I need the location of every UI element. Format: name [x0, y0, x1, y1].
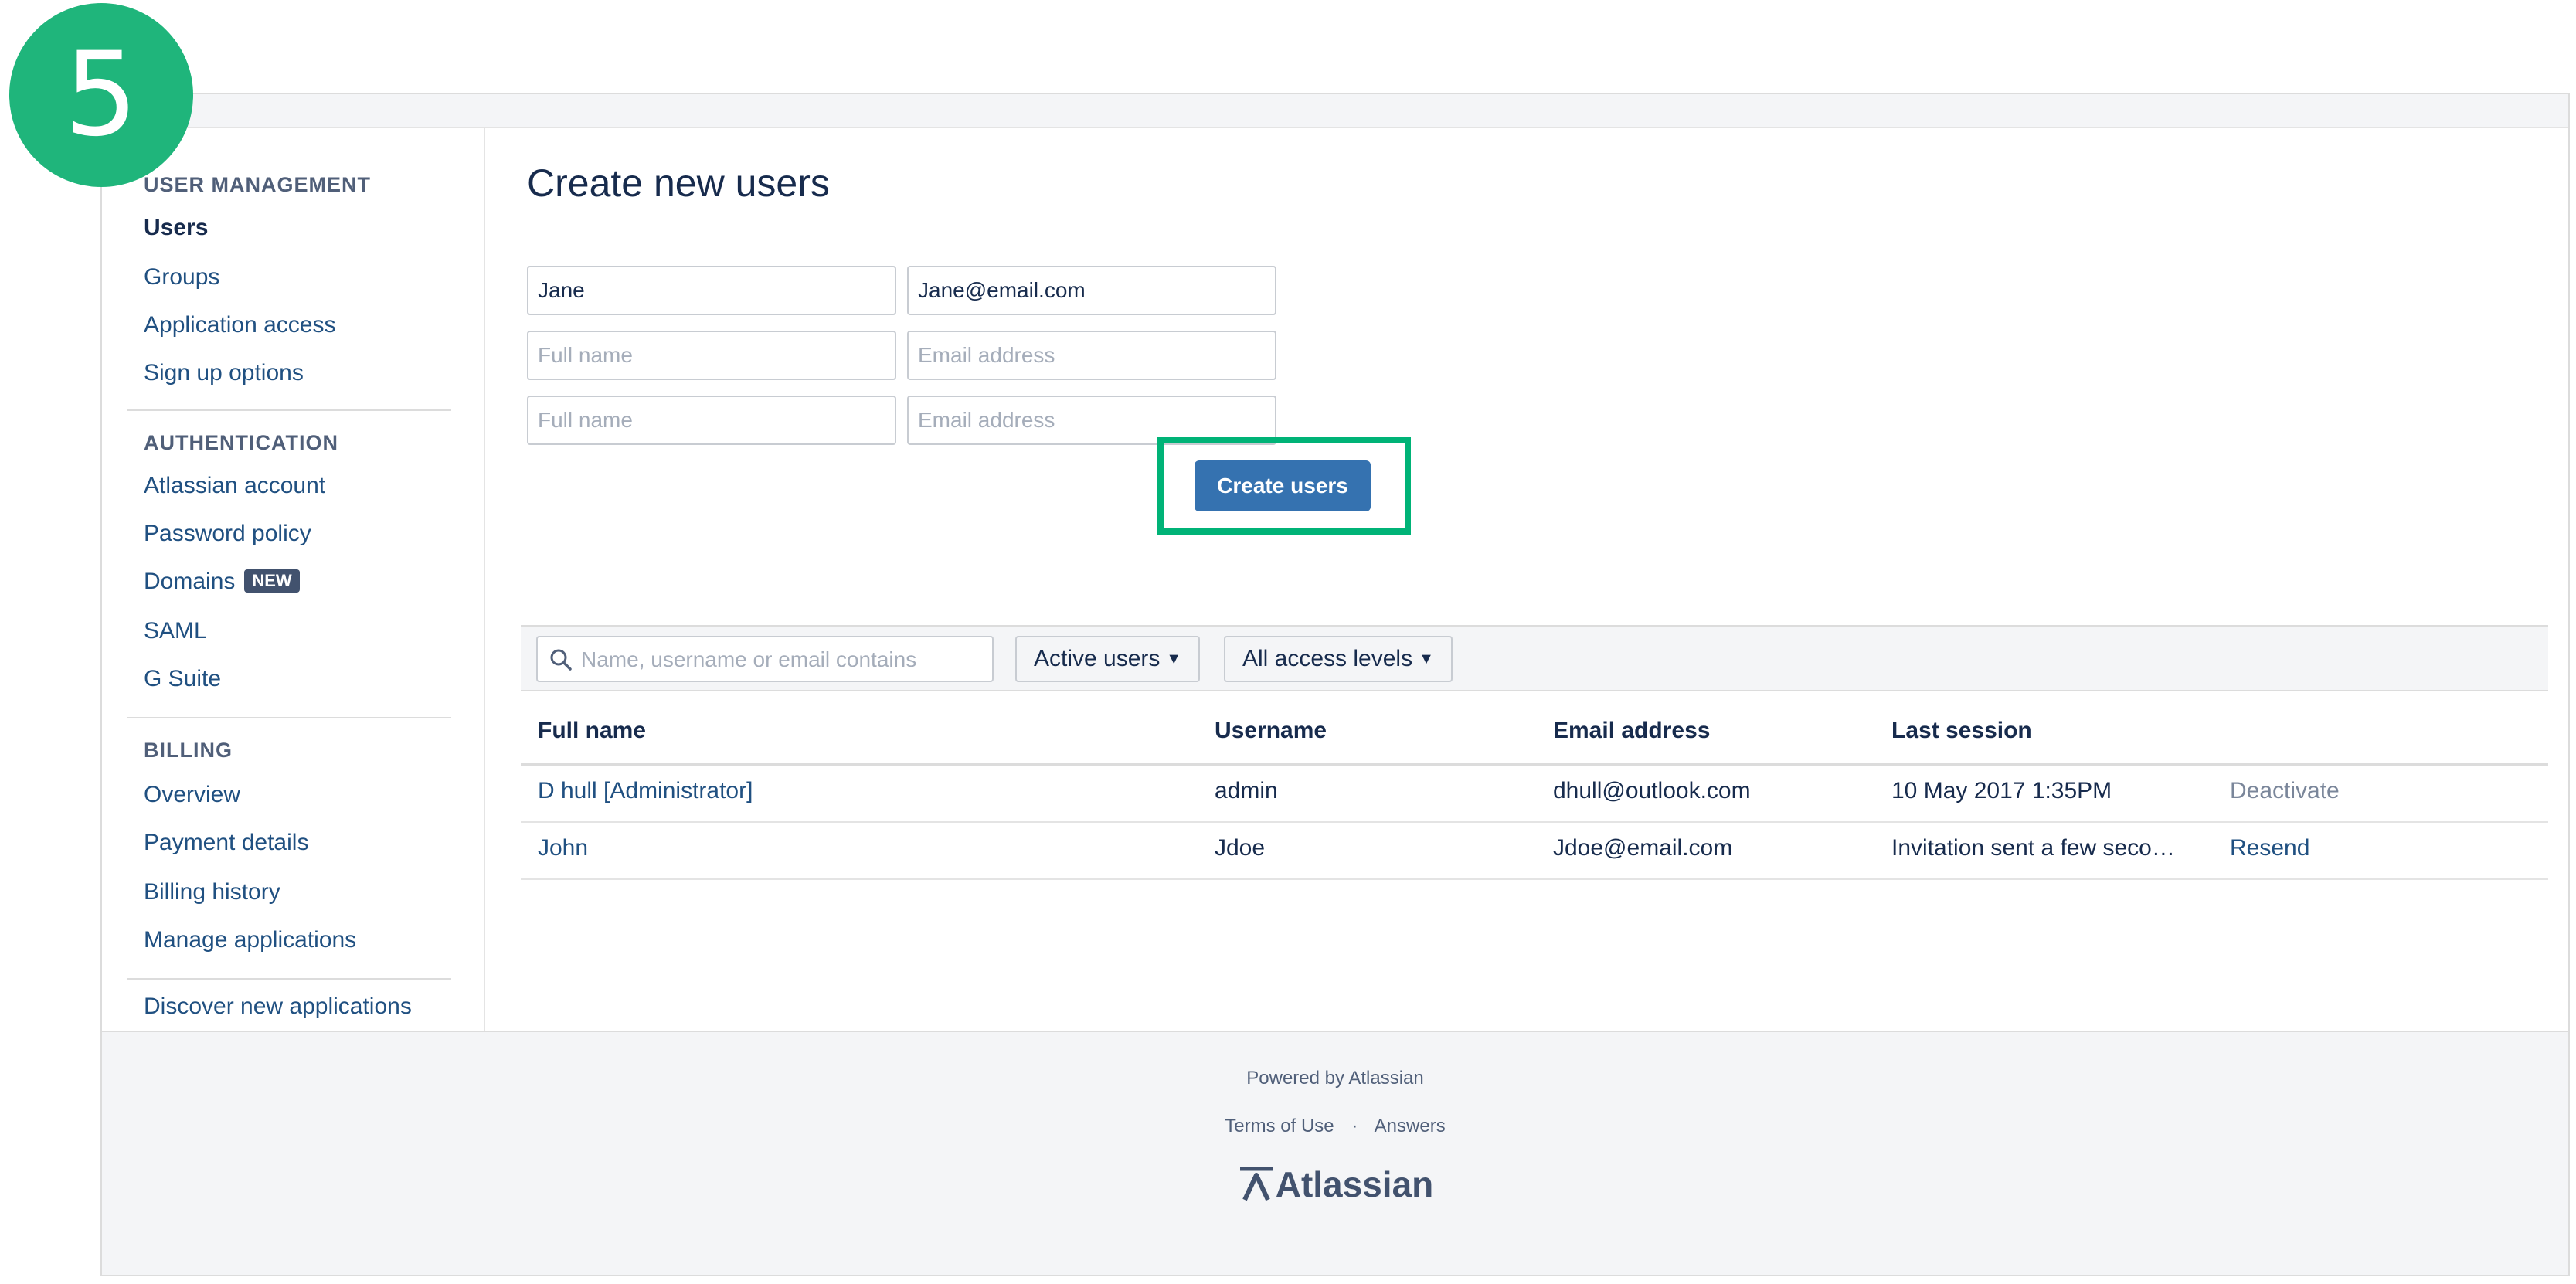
atlassian-logo: Atlassian — [102, 1163, 2568, 1205]
sidebar-item-password-policy[interactable]: Password policy — [144, 521, 311, 547]
atlassian-logo-text: Atlassian — [1275, 1164, 1434, 1204]
sidebar-item-billing-history[interactable]: Billing history — [144, 879, 280, 905]
sidebar-item-payment-details[interactable]: Payment details — [144, 830, 308, 856]
row-divider — [521, 821, 2548, 823]
step-number-badge: 5 — [9, 3, 193, 187]
sidebar-item-atlassian-account[interactable]: Atlassian account — [144, 473, 325, 499]
page-title: Create new users — [527, 161, 830, 205]
user-name-link[interactable]: John — [538, 835, 588, 861]
row-divider — [521, 878, 2548, 880]
column-header-username: Username — [1215, 718, 1327, 743]
sidebar-heading-authentication: AUTHENTICATION — [144, 431, 338, 454]
column-header-full-name: Full name — [538, 718, 647, 743]
sidebar-divider — [127, 717, 451, 718]
sidebar-item-g-suite[interactable]: G Suite — [144, 666, 221, 692]
user-filter-bar: Active users ▼ All access levels ▼ — [521, 625, 2548, 691]
full-name-input-2[interactable] — [527, 331, 896, 380]
status-filter-dropdown[interactable]: Active users ▼ — [1015, 636, 1201, 682]
powered-by-text: Powered by Atlassian — [1246, 1068, 1424, 1089]
footer-separator: · — [1351, 1116, 1358, 1136]
footer: Powered by Atlassian Terms of Use · Answ… — [102, 1031, 2568, 1275]
chevron-down-icon: ▼ — [1166, 650, 1182, 667]
resend-link[interactable]: Resend — [2230, 835, 2309, 861]
sidebar: USER MANAGEMENT Users Groups Application… — [102, 128, 485, 1031]
user-search-input[interactable] — [579, 637, 984, 682]
sidebar-item-application-access[interactable]: Application access — [144, 312, 335, 338]
chevron-down-icon: ▼ — [1419, 650, 1434, 667]
answers-link[interactable]: Answers — [1375, 1116, 1446, 1136]
sidebar-heading-billing: BILLING — [144, 739, 233, 762]
username-cell: admin — [1215, 778, 1278, 803]
user-search-box[interactable] — [536, 636, 994, 682]
header-divider — [521, 763, 2548, 766]
sidebar-item-sign-up-options[interactable]: Sign up options — [144, 360, 304, 386]
full-name-input-3[interactable] — [527, 396, 896, 445]
sidebar-item-overview[interactable]: Overview — [144, 782, 240, 808]
create-users-button[interactable]: Create users — [1195, 460, 1371, 511]
atlassian-logo-icon — [1239, 1167, 1273, 1201]
sidebar-item-saml[interactable]: SAML — [144, 618, 207, 644]
status-filter-label: Active users — [1034, 646, 1161, 671]
last-session-cell: Invitation sent a few secon… — [1891, 835, 2185, 861]
new-badge: NEW — [244, 569, 300, 593]
email-input-1[interactable] — [907, 266, 1276, 315]
access-level-filter-label: All access levels — [1242, 646, 1413, 671]
full-name-input-1[interactable] — [527, 266, 896, 315]
deactivate-link[interactable]: Deactivate — [2230, 778, 2340, 804]
sidebar-item-users[interactable]: Users — [144, 215, 208, 241]
sidebar-heading-user-management: USER MANAGEMENT — [144, 173, 372, 196]
terms-of-use-link[interactable]: Terms of Use — [1225, 1116, 1334, 1136]
email-cell: dhull@outlook.com — [1553, 778, 1751, 803]
username-cell: Jdoe — [1215, 835, 1266, 861]
sidebar-item-domains[interactable]: Domains NEW — [144, 569, 300, 595]
user-name-link[interactable]: D hull [Administrator] — [538, 778, 753, 804]
access-level-filter-dropdown[interactable]: All access levels ▼ — [1224, 636, 1453, 682]
sidebar-item-manage-applications[interactable]: Manage applications — [144, 927, 356, 953]
last-session-cell: 10 May 2017 1:35PM — [1891, 778, 2112, 803]
sidebar-divider — [127, 409, 451, 411]
admin-window: USER MANAGEMENT Users Groups Application… — [100, 93, 2570, 1276]
search-icon — [550, 649, 572, 671]
sidebar-item-groups[interactable]: Groups — [144, 264, 219, 290]
discover-applications-link[interactable]: Discover new applications — [144, 994, 412, 1020]
email-cell: Jdoe@email.com — [1553, 835, 1733, 861]
top-bar — [102, 94, 2568, 128]
column-header-email: Email address — [1553, 718, 1711, 743]
email-input-2[interactable] — [907, 331, 1276, 380]
footer-links: Terms of Use · Answers — [102, 1116, 2568, 1137]
main-content: Create new users Create users Active use… — [485, 128, 2568, 1031]
sidebar-item-domains-label: Domains — [144, 569, 236, 594]
column-header-last-session: Last session — [1891, 718, 2032, 743]
sidebar-divider — [127, 978, 451, 980]
